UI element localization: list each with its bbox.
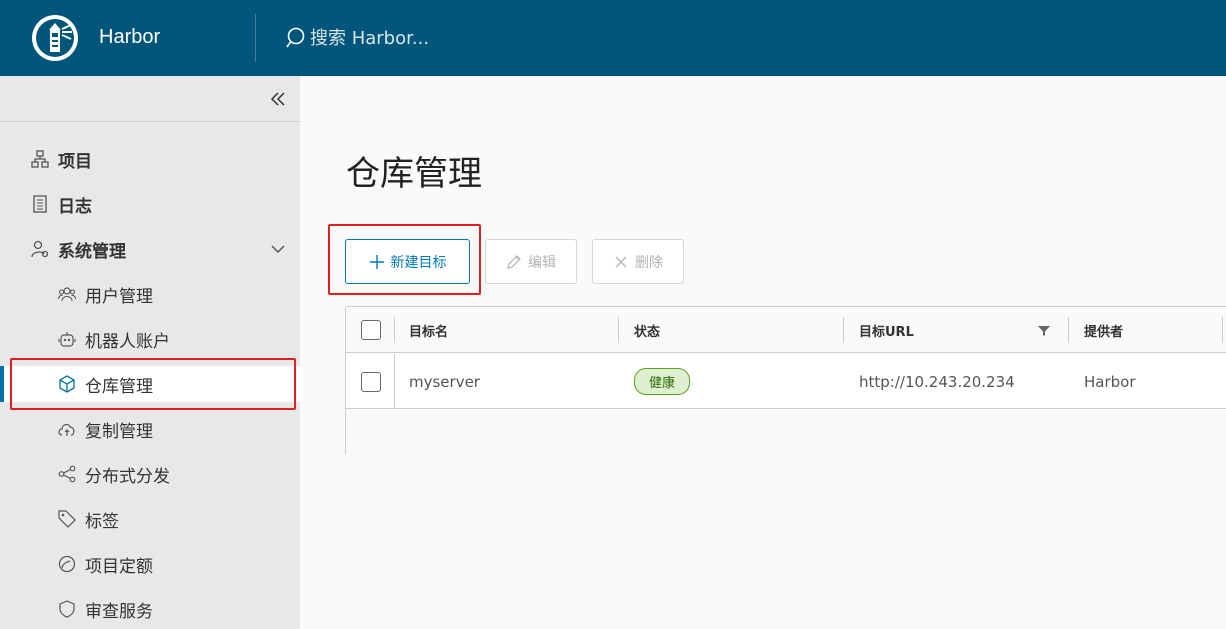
sidebar-item-label: 用户管理: [85, 286, 153, 307]
double-chevron-left-icon[interactable]: [268, 89, 288, 109]
main-content: 仓库管理 新建目标 编辑 删除 目标名 状态 目标URL 提供者 myserve…: [300, 76, 1226, 629]
shield-icon: [59, 600, 75, 618]
sidebar-item-label: 日志: [58, 196, 92, 217]
header-divider: [255, 14, 256, 62]
sidebar-item-interrogation-services[interactable]: 审查服务: [0, 591, 300, 627]
filter-icon[interactable]: [1038, 325, 1050, 337]
delete-button[interactable]: 删除: [592, 239, 684, 284]
quota-icon: [58, 555, 76, 573]
column-separator: [843, 317, 844, 343]
sidebar-item-project-quotas[interactable]: 项目定额: [0, 546, 300, 582]
sidebar-item-label: 标签: [85, 511, 119, 532]
plus-icon: [369, 254, 384, 269]
column-separator: [394, 354, 395, 409]
column-separator: [1222, 317, 1223, 343]
column-header-name[interactable]: 目标名: [409, 307, 448, 353]
sidebar-item-label: 分布式分发: [85, 466, 170, 487]
sidebar-item-label: 项目定额: [85, 556, 153, 577]
sidebar-item-robot-accounts[interactable]: 机器人账户: [0, 321, 300, 357]
sidebar-item-administration[interactable]: 系统管理: [0, 231, 300, 267]
cell-provider: Harbor: [1084, 372, 1136, 391]
sidebar-item-label: 复制管理: [85, 421, 153, 442]
share-icon: [58, 465, 76, 483]
sidebar-collapse-bar: [0, 76, 300, 122]
top-header: Harbor: [0, 0, 1226, 76]
chevron-down-icon[interactable]: [270, 241, 286, 257]
sidebar-item-replications[interactable]: 复制管理: [0, 411, 300, 447]
table-row[interactable]: myserver 健康 http://10.243.20.234 Harbor: [346, 354, 1226, 409]
admin-icon: [31, 240, 49, 258]
robot-icon: [58, 332, 76, 347]
app-name: Harbor: [99, 26, 161, 48]
column-header-status[interactable]: 状态: [634, 307, 660, 353]
new-endpoint-button[interactable]: 新建目标: [345, 239, 470, 284]
edit-button[interactable]: 编辑: [485, 239, 577, 284]
sidebar-item-logs[interactable]: 日志: [0, 186, 300, 222]
search-input[interactable]: [310, 22, 610, 54]
sidebar-item-users[interactable]: 用户管理: [0, 276, 300, 312]
column-separator: [1068, 317, 1069, 343]
cell-name: myserver: [409, 372, 480, 391]
registries-table: 目标名 状态 目标URL 提供者 myserver 健康 http://10.2…: [345, 306, 1226, 456]
users-icon: [58, 287, 76, 302]
tag-icon: [58, 510, 76, 528]
pencil-icon: [507, 254, 521, 269]
active-indicator: [0, 366, 4, 402]
registry-icon: [59, 375, 75, 393]
cell-status: 健康: [634, 354, 691, 409]
table-footer: [346, 410, 1226, 456]
replication-icon: [58, 423, 75, 436]
sidebar-item-distributions[interactable]: 分布式分发: [0, 456, 300, 492]
table-header: 目标名 状态 目标URL 提供者: [346, 307, 1226, 353]
new-endpoint-label: 新建目标: [390, 254, 447, 271]
row-checkbox[interactable]: [361, 372, 381, 392]
harbor-logo-icon[interactable]: [31, 14, 79, 62]
select-all-checkbox[interactable]: [361, 320, 381, 340]
sidebar-item-label: 机器人账户: [85, 331, 170, 352]
column-separator: [618, 317, 619, 343]
close-icon: [615, 256, 627, 267]
search-icon: [286, 27, 305, 48]
column-header-provider[interactable]: 提供者: [1084, 307, 1123, 353]
column-separator: [394, 317, 395, 343]
project-icon: [31, 150, 49, 168]
sidebar-item-registries[interactable]: 仓库管理: [0, 366, 300, 402]
sidebar-item-projects[interactable]: 项目: [0, 141, 300, 177]
sidebar-item-label: 系统管理: [58, 241, 126, 262]
column-header-url[interactable]: 目标URL: [859, 307, 914, 353]
sidebar-item-label: 仓库管理: [85, 376, 153, 397]
cell-url: http://10.243.20.234: [859, 372, 1015, 391]
delete-label: 删除: [635, 254, 663, 271]
status-badge: 健康: [634, 368, 691, 395]
page-title: 仓库管理: [346, 154, 482, 194]
edit-label: 编辑: [528, 254, 556, 271]
sidebar-item-labels[interactable]: 标签: [0, 501, 300, 537]
sidebar-item-label: 审查服务: [85, 601, 153, 622]
sidebar: 项目 日志 系统管理 用户管理 机器人账户 仓库管理 复制管理 分布式分发 标签…: [0, 76, 300, 629]
sidebar-item-label: 项目: [58, 151, 92, 172]
log-icon: [33, 195, 47, 213]
